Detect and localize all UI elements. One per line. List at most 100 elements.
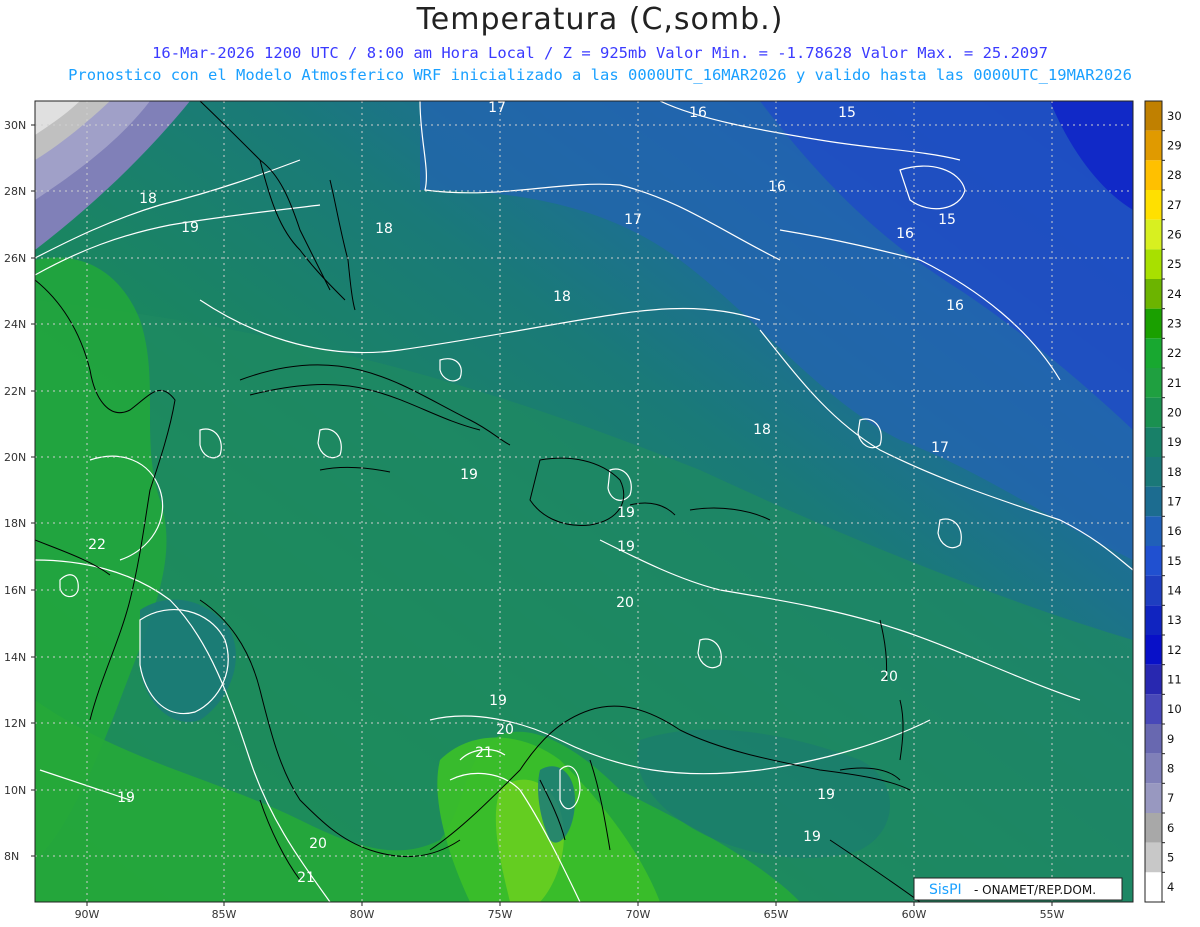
contour-label: 18 <box>139 191 157 207</box>
colorbar-label: 24 <box>1167 287 1182 301</box>
lat-tick-label: 18N <box>4 517 26 530</box>
contour-label: 17 <box>624 212 642 228</box>
contour-label: 17 <box>931 440 949 456</box>
colorbar-label: 13 <box>1167 613 1182 627</box>
colorbar-label: 22 <box>1167 346 1182 360</box>
contour-label: 16 <box>946 298 964 314</box>
colorbar-swatch <box>1145 130 1162 161</box>
lat-tick-label: 14N <box>4 651 26 664</box>
lat-tick-label: 30N <box>4 119 26 132</box>
lat-tick-label: 10N <box>4 784 26 797</box>
credit-box: SisPI - ONAMET/REP.DOM. <box>913 877 1123 901</box>
colorbar-swatch <box>1145 546 1162 576</box>
colorbar-swatch <box>1145 575 1162 606</box>
colorbar-swatch <box>1145 457 1162 487</box>
colorbar-swatch <box>1145 427 1162 457</box>
contour-label: 19 <box>803 829 821 845</box>
lat-tick-label: 16N <box>4 584 26 597</box>
contour-label: 20 <box>496 722 514 738</box>
map-field: 17 16 15 18 19 16 17 18 16 15 18 16 18 17 19 19 19 22 20 19… <box>35 100 1133 902</box>
contour-label: 18 <box>375 221 393 237</box>
lat-tick-label: 20N <box>4 451 26 464</box>
colorbar-swatch <box>1145 279 1162 309</box>
colorbar-label: 10 <box>1167 702 1182 716</box>
colorbar-swatch <box>1145 160 1162 190</box>
contour-label: 20 <box>616 595 634 611</box>
colorbar-label: 30 <box>1167 109 1182 123</box>
colorbar-swatch <box>1145 813 1162 843</box>
colorbar-swatch <box>1145 872 1162 902</box>
contour-label: 20 <box>880 669 898 685</box>
contour-label: 16 <box>768 179 786 195</box>
contour-label: 18 <box>553 289 571 305</box>
lon-tick-label: 55W <box>1040 908 1065 921</box>
temperature-map: 17 16 15 18 19 16 17 18 16 15 18 16 18 17 19 19 19 22 20 19… <box>4 100 1182 921</box>
colorbar-label: 23 <box>1167 317 1182 331</box>
colorbar-swatch <box>1145 219 1162 250</box>
colorbar-label: 14 <box>1167 584 1182 598</box>
contour-label: 17 <box>488 100 506 116</box>
colorbar-swatch <box>1145 664 1162 695</box>
lat-tick-label: 12N <box>4 717 26 730</box>
colorbar-swatch <box>1145 516 1162 546</box>
colorbar-swatch <box>1145 338 1162 368</box>
colorbar-label: 20 <box>1167 406 1182 420</box>
colorbar-label: 29 <box>1167 139 1182 153</box>
contour-label: 19 <box>617 505 635 521</box>
contour-label: 19 <box>460 467 478 483</box>
colorbar-label: 5 <box>1167 851 1174 865</box>
lat-tick-label: 28N <box>4 185 26 198</box>
colorbar-label: 8 <box>1167 762 1174 776</box>
credit-text: - ONAMET/REP.DOM. <box>974 883 1096 897</box>
colorbar-label: 12 <box>1167 643 1182 657</box>
colorbar-swatch <box>1145 605 1162 635</box>
colorbar-label: 26 <box>1167 228 1182 242</box>
contour-label: 15 <box>838 105 856 121</box>
lat-tick-label: 22N <box>4 385 26 398</box>
contour-label: 20 <box>309 836 327 852</box>
contour-label: 15 <box>938 212 956 228</box>
contour-label: 22 <box>88 537 106 553</box>
contour-label: 19 <box>617 539 635 555</box>
colorbar-swatch <box>1145 694 1162 724</box>
colorbar-swatch <box>1145 308 1162 339</box>
colorbar-swatch <box>1145 101 1162 131</box>
contour-label: 16 <box>689 105 707 121</box>
colorbar-label: 11 <box>1167 673 1182 687</box>
colorbar-label: 4 <box>1167 880 1174 894</box>
colorbar-swatch <box>1145 368 1162 398</box>
lat-tick-label: 24N <box>4 318 26 331</box>
lat-tick-label: 26N <box>4 252 26 265</box>
colorbar-label: 6 <box>1167 821 1174 835</box>
colorbar-label: 9 <box>1167 732 1174 746</box>
contour-label: 16 <box>896 226 914 242</box>
lon-tick-label: 90W <box>75 908 100 921</box>
contour-label: 19 <box>489 693 507 709</box>
lon-tick-label: 75W <box>488 908 513 921</box>
colorbar-swatch <box>1145 753 1162 784</box>
colorbar-swatch <box>1145 190 1162 220</box>
colorbar-label: 7 <box>1167 791 1174 805</box>
colorbar-label: 25 <box>1167 257 1182 271</box>
colorbar-swatch <box>1145 249 1162 279</box>
lon-tick-label: 85W <box>212 908 237 921</box>
colorbar-label: 15 <box>1167 554 1182 568</box>
contour-label: 18 <box>753 422 771 438</box>
contour-label: 21 <box>297 870 315 886</box>
colorbar-swatch <box>1145 397 1162 428</box>
colorbar: 30 29 28 27 26 25 24 23 22 21 20 19 18 17 16 15 14 13 12 11… <box>1144 100 1182 903</box>
contour-label: 19 <box>117 790 135 806</box>
contour-label: 19 <box>817 787 835 803</box>
colorbar-label: 21 <box>1167 376 1182 390</box>
lon-tick-label: 80W <box>350 908 375 921</box>
lon-tick-label: 60W <box>902 908 927 921</box>
lon-tick-label: 65W <box>764 908 789 921</box>
colorbar-label: 16 <box>1167 524 1182 538</box>
colorbar-swatch <box>1145 783 1162 813</box>
colorbar-swatch <box>1145 724 1162 754</box>
colorbar-label: 28 <box>1167 168 1182 182</box>
colorbar-swatch <box>1145 842 1162 873</box>
contour-label: 19 <box>181 220 199 236</box>
lat-tick-label: 8N <box>4 850 19 863</box>
colorbar-swatch <box>1145 486 1162 517</box>
